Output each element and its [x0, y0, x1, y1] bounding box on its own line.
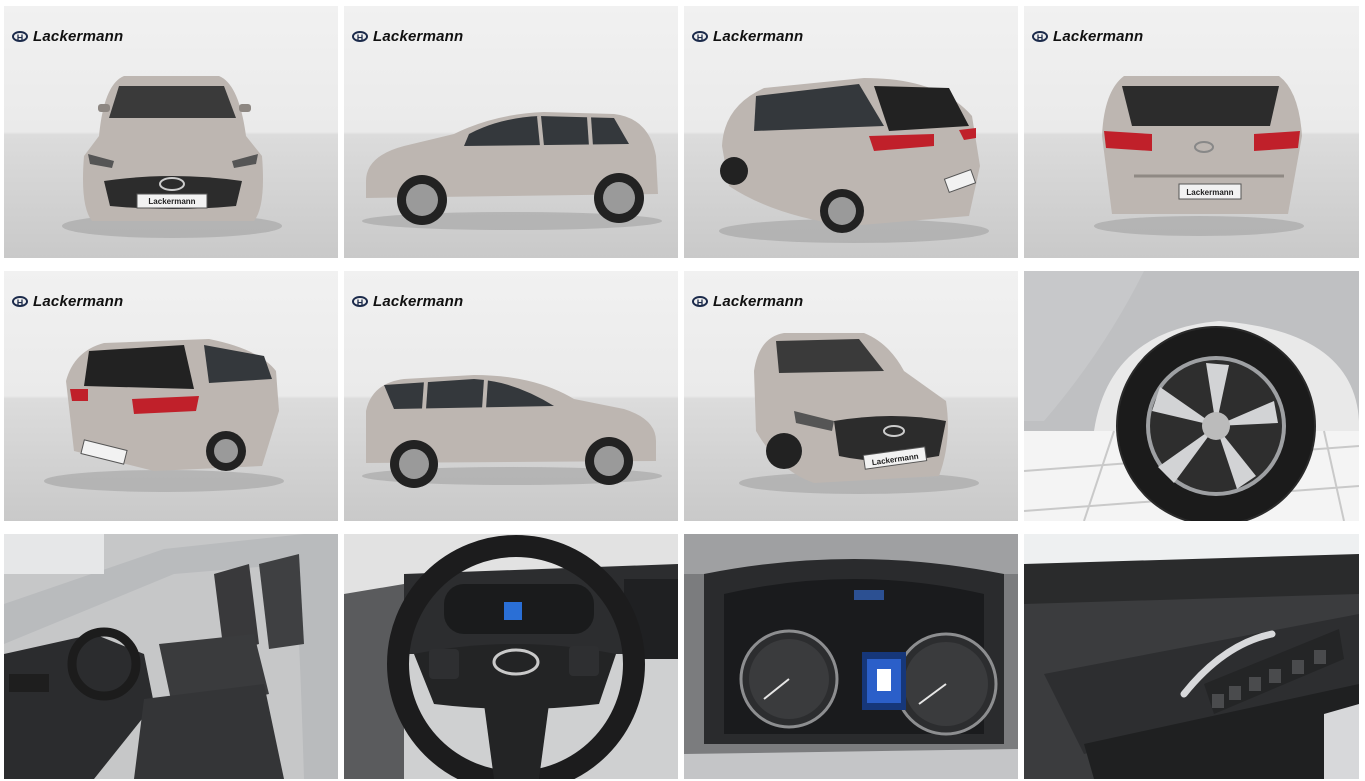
- license-plate-text: Lackermann: [1186, 188, 1233, 197]
- dealer-logo-text: Lackermann: [1053, 28, 1144, 45]
- gallery-photo-front[interactable]: H Lackermann Lackermann: [4, 6, 338, 258]
- interior-image: [4, 534, 338, 779]
- dealer-logo-text: Lackermann: [373, 28, 464, 45]
- gallery-photo-rear-three-quarter-right[interactable]: H Lackermann: [4, 271, 338, 521]
- gallery-photo-front-three-quarter[interactable]: H Lackermann Lackermann: [684, 271, 1018, 521]
- dealer-logo-text: Lackermann: [373, 293, 464, 310]
- hyundai-logo-icon: H: [1032, 31, 1048, 43]
- gallery-photo-steering-wheel[interactable]: [344, 534, 678, 779]
- hyundai-logo-icon: H: [352, 296, 368, 308]
- gallery-photo-rear-three-quarter-left[interactable]: H Lackermann: [684, 6, 1018, 258]
- gallery-photo-instrument-cluster[interactable]: [684, 534, 1018, 779]
- gallery-photo-rear[interactable]: H Lackermann Lackermann: [1024, 6, 1359, 258]
- gallery-photo-side-left[interactable]: H Lackermann: [344, 6, 678, 258]
- dealer-logo-text: Lackermann: [33, 28, 124, 45]
- hyundai-logo-icon: H: [12, 296, 28, 308]
- steering-wheel-image: [344, 534, 678, 779]
- dealer-logo-text: Lackermann: [713, 293, 804, 310]
- hyundai-logo-icon: H: [692, 296, 708, 308]
- wheel-image: [1024, 271, 1359, 521]
- gallery-photo-interior-seats[interactable]: [4, 534, 338, 779]
- gallery-photo-side-right[interactable]: H Lackermann: [344, 271, 678, 521]
- dealer-logo: H Lackermann: [12, 293, 123, 310]
- dealer-logo: H Lackermann: [12, 28, 123, 45]
- dealer-logo: H Lackermann: [352, 28, 463, 45]
- door-image: [1024, 534, 1359, 779]
- dealer-logo: H Lackermann: [352, 293, 463, 310]
- gallery-photo-wheel[interactable]: [1024, 271, 1359, 521]
- dealer-logo: H Lackermann: [692, 28, 803, 45]
- dealer-logo: H Lackermann: [1032, 28, 1143, 45]
- dealer-logo-text: Lackermann: [33, 293, 124, 310]
- dealer-logo: H Lackermann: [692, 293, 803, 310]
- license-plate-text: Lackermann: [148, 197, 195, 206]
- hyundai-logo-icon: H: [692, 31, 708, 43]
- hyundai-logo-icon: H: [12, 31, 28, 43]
- dealer-logo-text: Lackermann: [713, 28, 804, 45]
- gauge-image: [684, 534, 1018, 779]
- hyundai-logo-icon: H: [352, 31, 368, 43]
- gallery-photo-door-panel[interactable]: [1024, 534, 1359, 779]
- photo-gallery: H Lackermann Lackermann H Lackermann H L…: [4, 6, 1359, 779]
